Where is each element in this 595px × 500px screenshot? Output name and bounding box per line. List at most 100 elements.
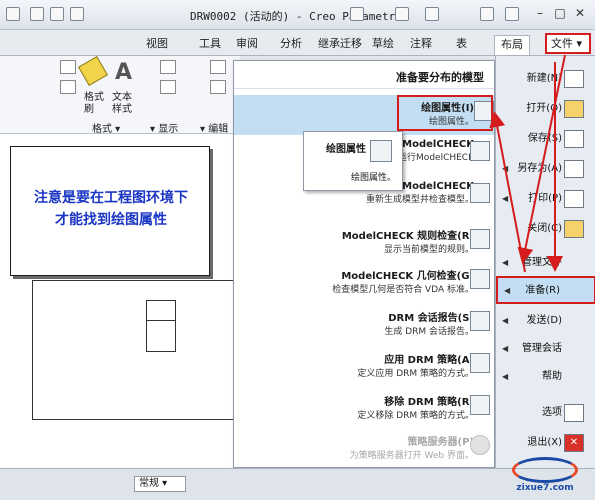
exit-icon: ✕ — [564, 434, 584, 452]
text-style-icon[interactable]: A — [115, 60, 132, 85]
menu-manage-session[interactable]: ◀ 管理会话 — [496, 336, 595, 362]
folder-icon[interactable] — [350, 7, 364, 21]
app-icon — [6, 7, 20, 21]
display-icon[interactable] — [160, 60, 176, 74]
menu-item-modelcheck-geometry[interactable]: ModelCHECK 几何检查(G) 检查模型几何是否符合 VDA 标准。 — [274, 267, 474, 295]
menu-manage-file-label: 管理文件 — [522, 257, 562, 268]
modelcheck-regen-icon — [470, 183, 490, 203]
save-icon — [564, 130, 584, 148]
menu-save-as-label: 另存为(A) — [517, 163, 562, 174]
regenerate-icon[interactable] — [425, 7, 439, 21]
save-as-icon — [564, 160, 584, 178]
menu-options-label: 选项 — [542, 407, 562, 418]
copy-icon[interactable] — [505, 7, 519, 21]
select-box-icon[interactable] — [395, 7, 409, 21]
save-icon[interactable] — [70, 7, 84, 21]
logo-text: zixue7.com — [516, 483, 574, 493]
menu-send-label: 发送(D) — [526, 315, 562, 326]
menu-print[interactable]: ◀ 打印(P) — [496, 186, 595, 212]
callout-line-1: 注意是要在工程图环境下 — [34, 190, 188, 206]
vda-icon — [470, 269, 490, 289]
folder-open-icon — [564, 100, 584, 118]
menu-item-modelcheck-rules[interactable]: ModelCHECK 规则检查(R) 显示当前模型的规则。 — [274, 227, 474, 255]
menu-options[interactable]: 选项 — [496, 400, 595, 426]
display2-icon[interactable] — [160, 80, 176, 94]
drawing-properties-highlight — [397, 95, 493, 131]
menu-prepare[interactable]: ◀ 准备(R) — [496, 276, 595, 304]
tab-layout[interactable]: 布局 — [494, 35, 530, 55]
file-tab-label: 文件 — [551, 37, 573, 50]
menu-save-label: 保存(S) — [527, 133, 562, 144]
menu-save[interactable]: 保存(S) — [496, 126, 595, 152]
tab-tools[interactable]: 工具 — [193, 35, 227, 55]
chevron-left-icon: ◀ — [504, 286, 511, 295]
new-icon[interactable] — [30, 7, 44, 21]
callout-text: 注意是要在工程图环境下 才能找到绘图属性 — [19, 187, 203, 231]
menu-item-policy-server[interactable]: 策略服务器(P) 为策略服务器打开 Web 界面。 — [274, 433, 474, 461]
menu-close-label: 关闭(C) — [527, 223, 562, 234]
menu-print-label: 打印(P) — [528, 193, 562, 204]
tab-annotate[interactable]: 注释 — [404, 35, 438, 55]
chevron-left-icon: ◀ — [502, 316, 509, 325]
menu-manage-file[interactable]: ◀ 管理文件 — [496, 250, 595, 276]
menu-item-desc: 显示当前模型的规则。 — [383, 245, 474, 255]
tab-legacy[interactable]: 继承迁移 — [312, 35, 368, 55]
ribbon-tabs: ? ⚙ ⌕ 视图 工具 审阅 分析 继承迁移 草绘 注释 表 布局 — [0, 30, 595, 79]
menu-item-apply-drm[interactable]: 应用 DRM 策略(A) 定义应用 DRM 策略的方式。 — [274, 351, 474, 379]
edit2-icon[interactable] — [210, 80, 226, 94]
undo-icon[interactable] — [480, 7, 494, 21]
selection-filter[interactable]: 常规 ▾ — [134, 476, 186, 492]
tab-view[interactable]: 视图 — [140, 35, 174, 55]
menu-exit[interactable]: ✕ 退出(X) — [496, 430, 595, 456]
menu-new-label: 新建(N) — [526, 73, 562, 84]
menu-close[interactable]: 关闭(C) — [496, 216, 595, 242]
format-painter-label: 格式刷 — [84, 92, 104, 115]
file-tab[interactable]: 文件 ▾ — [545, 33, 591, 54]
menu-header: 准备要分布的模型 — [234, 61, 494, 89]
modelcheck-icon — [470, 141, 490, 161]
group-edit[interactable]: ▾ 编辑 — [200, 120, 228, 135]
menu-new[interactable]: 新建(N) — [496, 66, 595, 92]
tooltip-title: 绘图属性 — [326, 144, 366, 155]
menu-save-as[interactable]: ◀ 另存为(A) — [496, 156, 595, 182]
menu-exit-label: 退出(X) — [527, 437, 562, 448]
format-painter-icon[interactable] — [77, 55, 109, 87]
title-bar: DRW0002 (活动的) - Creo Parametric – □ ✕ — [0, 0, 595, 30]
hatch-icon[interactable] — [60, 80, 76, 94]
menu-open[interactable]: 打开(O) — [496, 96, 595, 122]
edit-icon[interactable] — [210, 60, 226, 74]
menu-item-title: 应用 DRM 策略(A) — [384, 355, 474, 366]
menu-item-title: 策略服务器(P) — [407, 437, 474, 448]
menu-item-desc: 重新生成模型并检查模型。 — [365, 195, 474, 205]
drawing-properties-icon — [370, 140, 392, 162]
menu-prepare-label: 准备(R) — [525, 285, 560, 296]
tab-review[interactable]: 审阅 — [230, 35, 264, 55]
printer-icon — [564, 190, 584, 208]
minimize-button[interactable]: – — [531, 5, 549, 23]
maximize-button[interactable]: □ — [551, 5, 569, 23]
menu-manage-session-label: 管理会话 — [522, 343, 562, 354]
new-icon — [564, 70, 584, 88]
open-icon[interactable] — [50, 7, 64, 21]
menu-help[interactable]: ◀ 帮助 — [496, 364, 595, 390]
remove-drm-icon — [470, 395, 490, 415]
format-icon[interactable] — [60, 60, 76, 74]
group-format[interactable]: 格式 ▾ — [92, 120, 120, 135]
chevron-left-icon: ◀ — [502, 164, 509, 173]
tab-table[interactable]: 表 — [450, 35, 473, 55]
menu-help-label: 帮助 — [542, 371, 562, 382]
tab-analysis[interactable]: 分析 — [274, 35, 308, 55]
drawing-properties-tooltip: 绘图属性 绘图属性。 — [303, 131, 403, 191]
menu-item-title: ModelCHECK 几何检查(G) — [341, 271, 474, 282]
menu-item-desc: 检查模型几何是否符合 VDA 标准。 — [332, 285, 474, 295]
group-display[interactable]: ▾ 显示 — [150, 120, 178, 135]
menu-send[interactable]: ◀ 发送(D) — [496, 308, 595, 334]
menu-item-title: 移除 DRM 策略(R) — [384, 397, 474, 408]
menu-item-remove-drm[interactable]: 移除 DRM 策略(R) 定义移除 DRM 策略的方式。 — [274, 393, 474, 421]
options-icon — [564, 404, 584, 422]
menu-item-drm-report[interactable]: DRM 会话报告(S) 生成 DRM 会话报告。 — [274, 309, 474, 337]
chevron-left-icon: ◀ — [502, 258, 509, 267]
tab-sketch[interactable]: 草绘 — [366, 35, 400, 55]
chevron-left-icon: ◀ — [502, 372, 509, 381]
close-button[interactable]: ✕ — [571, 5, 589, 23]
